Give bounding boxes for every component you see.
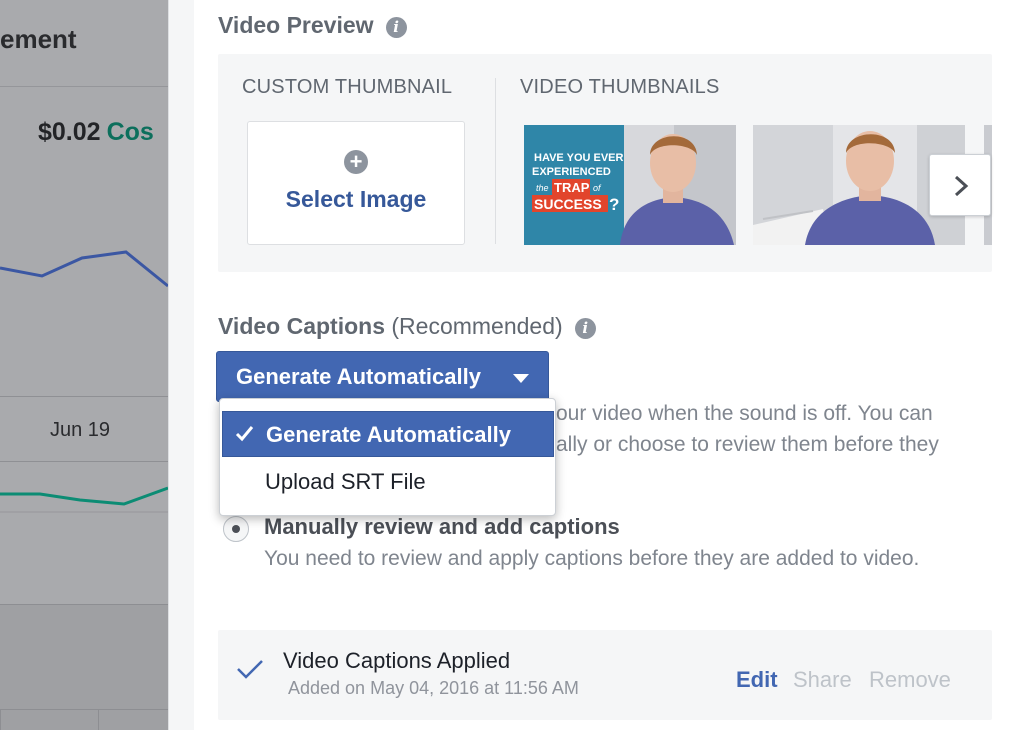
thumbnail-divider [495, 78, 496, 244]
thumbnails-next-button[interactable] [929, 154, 991, 216]
background-cost-value: $0.02 [38, 118, 101, 146]
thumbnail-text-trap: TRAP [554, 180, 590, 195]
checkmark-icon [237, 660, 263, 679]
background-divider [0, 86, 168, 87]
info-icon[interactable]: i [574, 318, 596, 339]
captions-description-line1: our video when the sound is off. You can [556, 402, 933, 425]
video-preview-heading: Video Preview i [218, 12, 407, 39]
thumbnail-text-line1: HAVE YOU EVER [534, 152, 624, 164]
custom-thumbnail-heading: CUSTOM THUMBNAIL [242, 76, 453, 98]
info-icon[interactable]: i [385, 17, 407, 38]
caret-down-icon [513, 374, 529, 383]
video-thumbnail-1-image: HAVE YOU EVER EXPERIENCED the TRAP of SU… [524, 125, 736, 245]
background-cost-label: Cos [106, 118, 154, 146]
background-date-row: Jun 19 [0, 396, 168, 462]
background-chart-blue-line [0, 250, 168, 288]
captions-applied-date: Added on May 04, 2016 at 11:56 AM [288, 678, 579, 698]
background-cost: $0.02 Cos [38, 118, 154, 147]
background-table-cell [0, 709, 98, 730]
video-captions-subtitle: (Recommended) [391, 313, 563, 339]
video-captions-heading: Video Captions (Recommended) i [218, 313, 596, 340]
panel-edge [168, 0, 194, 730]
captions-dropdown-menu: Generate Automatically Upload SRT File [219, 398, 556, 516]
edit-captions-link[interactable]: Edit [736, 667, 778, 693]
video-preview-box: CUSTOM THUMBNAIL VIDEO THUMBNAILS + Sele… [218, 54, 992, 272]
video-settings-panel: Video Preview i CUSTOM THUMBNAIL VIDEO TH… [168, 0, 1016, 730]
video-thumbnails-heading: VIDEO THUMBNAILS [520, 76, 720, 98]
plus-circle-icon: + [344, 150, 368, 174]
thumbnail-text-success: SUCCESS [534, 196, 602, 212]
select-image-button[interactable]: + Select Image [247, 121, 465, 245]
background-page: ement $0.02 Cos Jun 19 [0, 0, 168, 730]
generate-captions-button-label: Generate Automatically [236, 364, 481, 389]
video-captions-title: Video Captions [218, 313, 385, 339]
manual-review-title: Manually review and add captions [264, 514, 620, 539]
background-table-area [0, 604, 168, 730]
dropdown-option-label: Generate Automatically [266, 422, 511, 447]
dropdown-option-label: Upload SRT File [265, 469, 426, 494]
dropdown-option-upload-srt[interactable]: Upload SRT File [222, 459, 554, 505]
manual-review-radio[interactable] [223, 516, 249, 542]
video-preview-title: Video Preview [218, 12, 374, 38]
background-table-cell [98, 709, 168, 730]
share-captions-link[interactable]: Share [793, 667, 852, 693]
thumbnail-text-line2: EXPERIENCED [532, 166, 611, 178]
background-date-label: Jun 19 [50, 419, 111, 441]
captions-description-line2: ally or choose to review them before the… [556, 433, 939, 456]
video-thumbnail-1[interactable]: HAVE YOU EVER EXPERIENCED the TRAP of SU… [524, 125, 736, 245]
thumbnail-text-mark: ? [609, 195, 619, 214]
generate-captions-dropdown-button[interactable]: Generate Automatically [216, 351, 549, 402]
remove-captions-link[interactable]: Remove [869, 667, 951, 693]
background-chart-green-line [0, 486, 168, 513]
thumbnail-text-the: the [536, 183, 549, 193]
dropdown-option-generate-automatically[interactable]: Generate Automatically [222, 411, 554, 457]
chevron-right-icon [954, 175, 969, 197]
captions-applied-row: Video Captions Applied Added on May 04, … [218, 630, 992, 720]
captions-applied-title: Video Captions Applied [283, 648, 511, 673]
select-image-label: Select Image [285, 186, 427, 212]
checkmark-icon [235, 426, 254, 442]
manual-review-description: You need to review and apply captions be… [264, 547, 920, 570]
background-title: ement [0, 24, 77, 54]
